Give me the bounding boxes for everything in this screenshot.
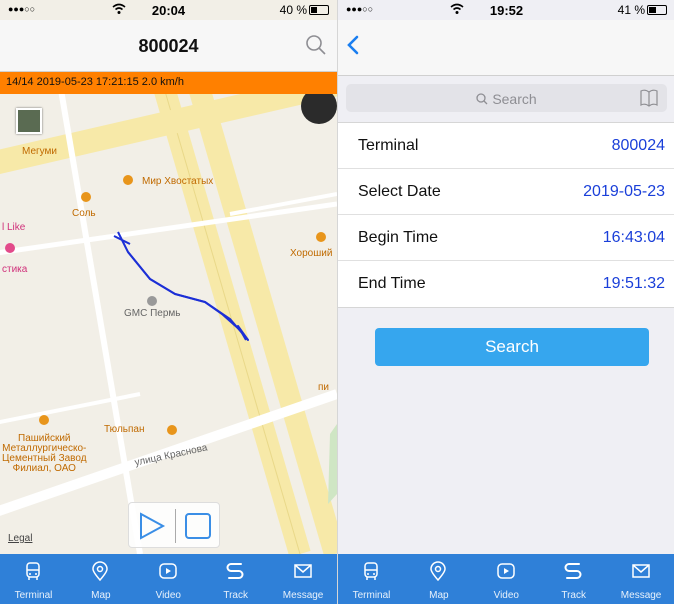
- playback-controls: [128, 502, 220, 548]
- tab-track[interactable]: Track: [202, 554, 269, 604]
- tab-message[interactable]: Message: [608, 554, 674, 604]
- row-label: Select Date: [358, 183, 441, 200]
- terminal-row[interactable]: Terminal 800024: [338, 123, 674, 169]
- tab-label: Map: [429, 590, 449, 601]
- poi-tyulpan: Тюльпан: [104, 424, 145, 435]
- tab-terminal[interactable]: Terminal: [338, 554, 405, 604]
- search-icon: [476, 93, 488, 105]
- poi-sol: Соль: [72, 208, 96, 219]
- tab-label: Terminal: [352, 590, 391, 601]
- poi-pashiysky: Пашийский Металлургическо- Цементный Зав…: [2, 433, 87, 474]
- tab-label: Track: [223, 590, 248, 601]
- search-placeholder: Search: [346, 91, 667, 107]
- tab-bar: Terminal Map Video Track Message: [0, 554, 337, 604]
- row-value: 800024: [611, 137, 665, 154]
- tab-label: Map: [91, 590, 111, 601]
- play-button[interactable]: [137, 511, 167, 541]
- tab-bar: Terminal Map Video Track Message: [338, 554, 674, 604]
- tab-terminal[interactable]: Terminal: [0, 554, 67, 604]
- track-info-bar: 14/14 2019-05-23 17:21:15 2.0 km/h: [0, 72, 337, 94]
- play-icon: [496, 561, 516, 581]
- bus-icon: [361, 561, 381, 581]
- back-chevron-icon[interactable]: [346, 34, 360, 56]
- begin-time-row[interactable]: Begin Time 16:43:04: [338, 215, 674, 261]
- row-value: 2019-05-23: [583, 183, 665, 200]
- map-streets: [0, 94, 337, 554]
- poi-horoshiy: Хороший: [290, 248, 333, 259]
- bus-icon: [23, 561, 43, 581]
- map-view[interactable]: Мегуми Мир Хвостатых Соль l Like стика Х…: [0, 94, 337, 554]
- tab-label: Video: [155, 590, 181, 601]
- tab-message[interactable]: Message: [270, 554, 337, 604]
- end-time-row[interactable]: End Time 19:51:32: [338, 261, 674, 307]
- tab-video[interactable]: Video: [135, 554, 202, 604]
- status-bar: ●●●○○ 19:52 41 %: [338, 0, 674, 20]
- track-icon: [225, 561, 245, 581]
- stop-button[interactable]: [185, 513, 211, 539]
- map-pin-icon: [428, 561, 448, 582]
- battery-icon: [647, 5, 667, 15]
- tab-track[interactable]: Track: [540, 554, 607, 604]
- battery-icon: [309, 5, 329, 15]
- tab-label: Video: [493, 590, 519, 601]
- search-bar[interactable]: Search: [346, 84, 667, 112]
- controls-divider: [175, 509, 176, 543]
- poi-megumi: Мегуми: [22, 146, 57, 157]
- poi-gmc: GMC Пермь: [124, 308, 181, 319]
- tab-label: Message: [620, 590, 662, 601]
- envelope-icon: [293, 561, 313, 581]
- battery-percent: 40 %: [279, 3, 307, 17]
- status-bar: ●●●○○ 20:04 40 %: [0, 0, 337, 20]
- tab-label: Message: [282, 590, 324, 601]
- legal-link[interactable]: Legal: [8, 533, 32, 544]
- track-query-screen: ●●●○○ 19:52 41 % Search Terminal 800024 …: [337, 0, 674, 604]
- tab-map[interactable]: Map: [405, 554, 472, 604]
- tab-video[interactable]: Video: [473, 554, 540, 604]
- bookmarks-icon[interactable]: [639, 88, 659, 108]
- tab-label: Terminal: [14, 590, 53, 601]
- row-label: End Time: [358, 275, 426, 292]
- battery-level: [649, 7, 656, 13]
- row-label: Terminal: [358, 137, 419, 154]
- row-label: Begin Time: [358, 229, 439, 246]
- row-value: 16:43:04: [602, 229, 665, 246]
- poi-like: l Like: [2, 222, 26, 233]
- select-date-row[interactable]: Select Date 2019-05-23: [338, 169, 674, 215]
- envelope-icon: [631, 561, 651, 581]
- satellite-toggle[interactable]: [16, 108, 42, 134]
- poi-stika: стика: [2, 264, 28, 275]
- query-form: Terminal 800024 Select Date 2019-05-23 B…: [338, 122, 674, 308]
- tab-label: Track: [561, 590, 586, 601]
- battery-level: [311, 7, 318, 13]
- poi-mir: Мир Хвостатых: [142, 176, 214, 187]
- nav-bar: 800024: [0, 20, 337, 72]
- play-icon: [158, 561, 178, 581]
- map-pin-icon: [90, 561, 110, 582]
- search-icon[interactable]: [305, 34, 327, 56]
- row-value: 19:51:32: [602, 275, 665, 292]
- page-title: 800024: [138, 36, 199, 56]
- search-button[interactable]: Search: [375, 328, 649, 366]
- nav-bar: [338, 20, 674, 76]
- poi-pi: пи: [318, 382, 330, 393]
- battery-percent: 41 %: [617, 3, 645, 17]
- track-icon: [563, 561, 583, 581]
- map-screen: ●●●○○ 20:04 40 % 800024 14/14 2019-05-23…: [0, 0, 337, 604]
- tab-map[interactable]: Map: [67, 554, 134, 604]
- search-placeholder-text: Search: [492, 91, 537, 107]
